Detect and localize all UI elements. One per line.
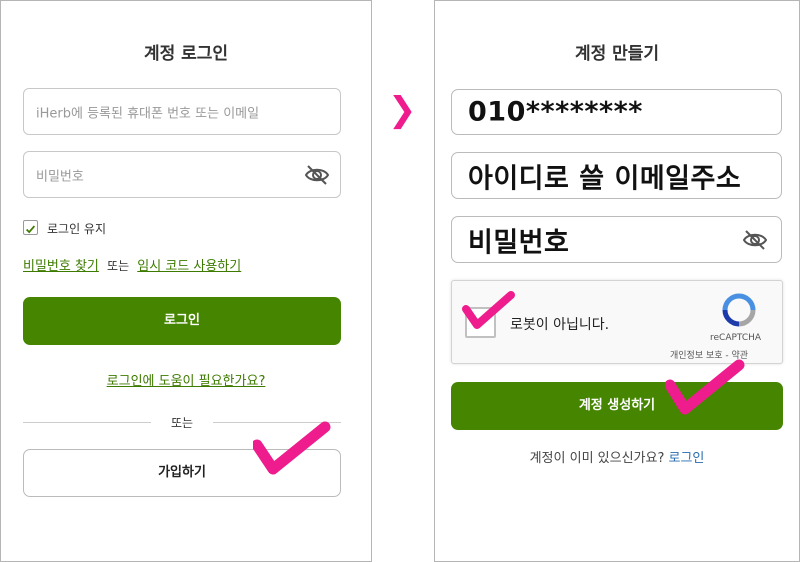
keep-logged-in-checkbox[interactable] (23, 220, 38, 235)
signup-panel: 계정 만들기 010******** 아이디로 쓸 이메일주소 비밀번호 로봇이… (434, 0, 800, 562)
password-input-placeholder: 비밀번호 (36, 169, 84, 184)
or-inline-text: 또는 (107, 259, 130, 273)
phone-field[interactable]: 010******** (451, 89, 782, 135)
divider-left (23, 422, 151, 423)
recovery-links: 비밀번호 찾기 또는 임시 코드 사용하기 (23, 255, 241, 274)
existing-account-row: 계정이 이미 있으신가요? 로그인 (435, 447, 799, 466)
recaptcha-label: 로봇이 아닙니다. (510, 317, 610, 333)
keep-logged-in-label: 로그인 유지 (47, 222, 107, 236)
id-input[interactable]: iHerb에 등록된 휴대폰 번호 또는 이메일 (23, 88, 341, 135)
eye-slash-icon[interactable] (304, 164, 330, 186)
phone-field-value: 010******** (468, 96, 643, 128)
pink-checkmark-icon (253, 421, 331, 475)
find-password-link[interactable]: 비밀번호 찾기 (23, 259, 99, 274)
eye-slash-icon[interactable] (742, 229, 768, 251)
next-arrow-icon: ❯ (388, 90, 417, 130)
login-help-link[interactable]: 로그인에 도움이 필요한가요? (107, 374, 266, 389)
temp-code-link[interactable]: 임시 코드 사용하기 (137, 259, 241, 274)
existing-account-prompt: 계정이 이미 있으신가요? (529, 451, 665, 466)
signup-title: 계정 만들기 (574, 44, 660, 64)
pink-checkmark-icon (462, 291, 515, 329)
login-title: 계정 로그인 (143, 44, 229, 64)
recaptcha-logo-icon (722, 293, 756, 327)
help-link-wrap: 로그인에 도움이 필요한가요? (1, 370, 371, 389)
password-input[interactable]: 비밀번호 (23, 151, 341, 198)
email-field-value: 아이디로 쓸 이메일주소 (468, 163, 742, 194)
login-panel: 계정 로그인 iHerb에 등록된 휴대폰 번호 또는 이메일 비밀번호 로그인… (0, 0, 372, 562)
id-input-placeholder: iHerb에 등록된 휴대폰 번호 또는 이메일 (36, 106, 260, 121)
recaptcha-brand: reCAPTCHA (710, 333, 762, 343)
login-button[interactable]: 로그인 (23, 297, 341, 345)
divider-text: 또는 (170, 416, 194, 430)
signin-link[interactable]: 로그인 (669, 451, 705, 466)
check-icon (25, 225, 36, 234)
new-password-field-value: 비밀번호 (468, 227, 570, 258)
new-password-field[interactable]: 비밀번호 (451, 216, 782, 263)
pink-checkmark-icon (665, 359, 745, 415)
email-field[interactable]: 아이디로 쓸 이메일주소 (451, 152, 782, 199)
